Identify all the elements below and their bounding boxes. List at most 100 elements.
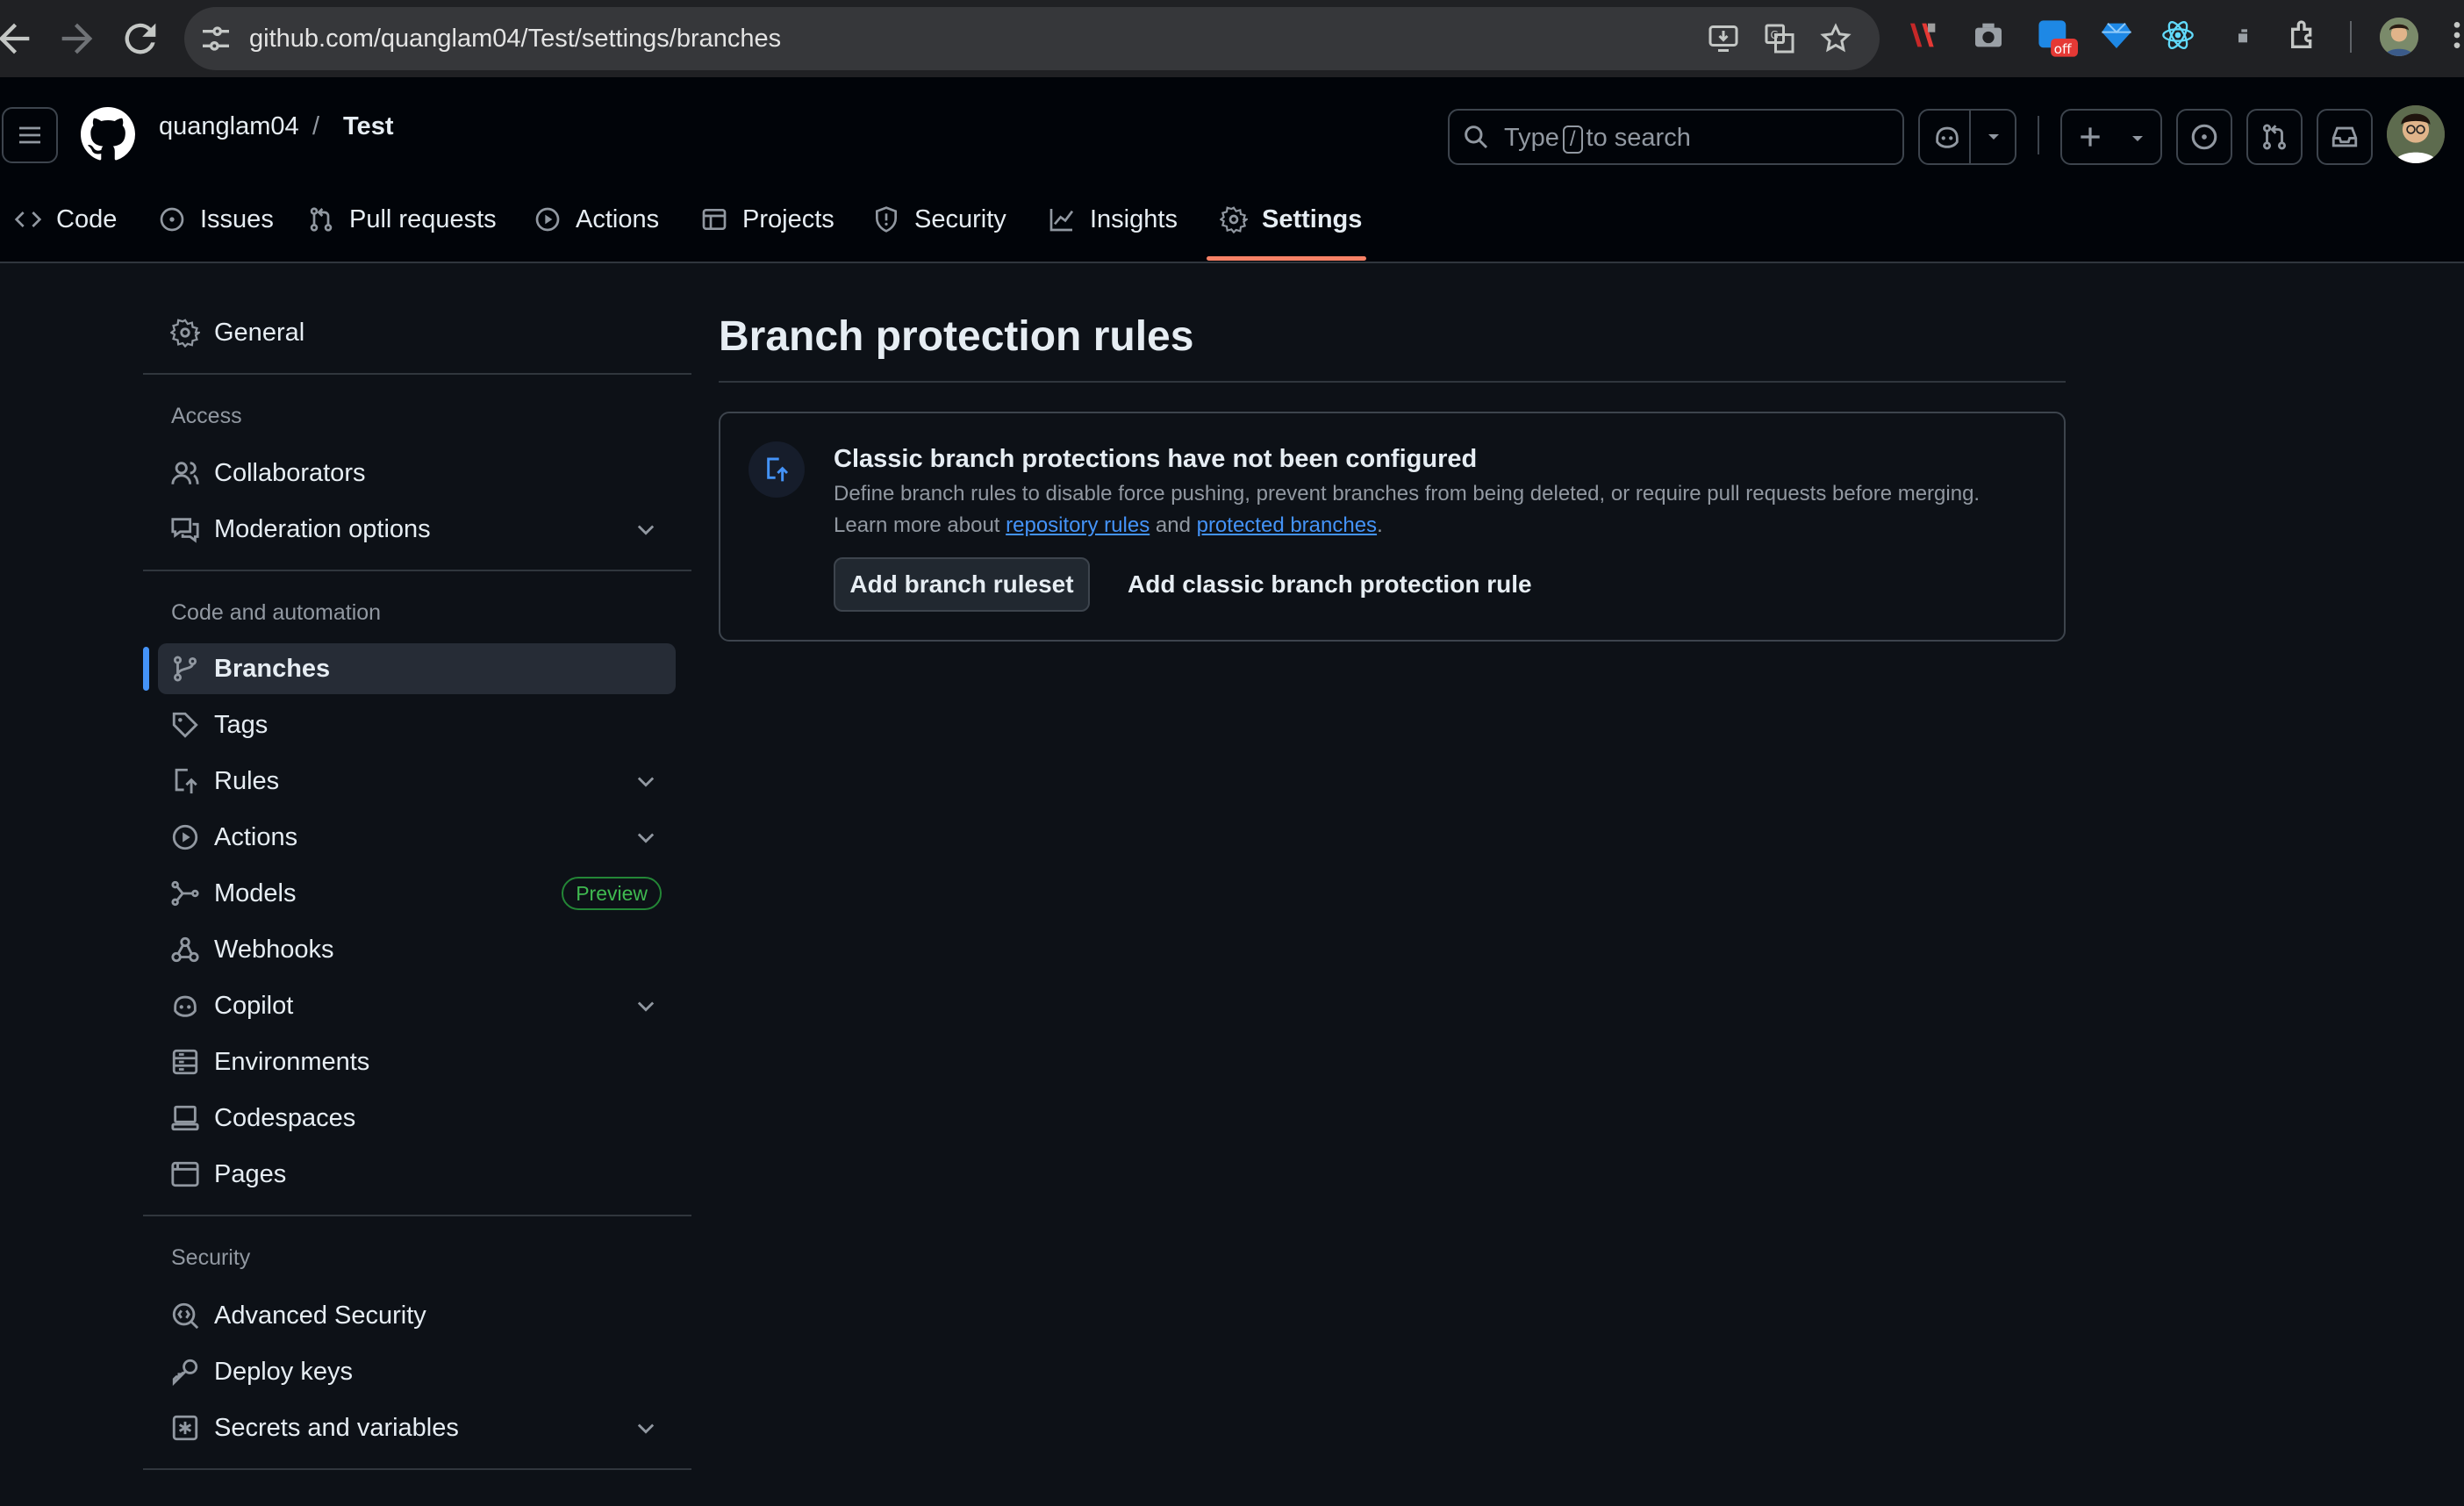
sidebar-divider xyxy=(143,1468,691,1470)
sidebar-item-pages[interactable]: Pages xyxy=(158,1149,676,1200)
sidebar-item-webhooks[interactable]: Webhooks xyxy=(158,924,676,975)
reload-icon[interactable] xyxy=(118,16,163,61)
install-app-icon[interactable] xyxy=(1708,23,1739,54)
sidebar-item-label: Pages xyxy=(214,1159,287,1188)
search-input[interactable]: Type / to search xyxy=(1448,109,1904,165)
code-icon xyxy=(14,212,42,227)
extensions-puzzle-icon[interactable] xyxy=(2287,18,2322,53)
sidebar-item-rules[interactable]: Rules xyxy=(158,756,676,807)
sidebar-item-label: Advanced Security xyxy=(214,1301,426,1330)
copilot-icon xyxy=(1936,126,1959,148)
sidebar-item-label: Deploy keys xyxy=(214,1357,353,1386)
inbox-button[interactable] xyxy=(2317,109,2373,165)
sidebar-item-actions[interactable]: Actions xyxy=(158,812,676,863)
graph-icon xyxy=(1049,209,1074,232)
people-icon xyxy=(171,462,199,484)
sidebar-item-label: Webhooks xyxy=(214,935,334,964)
bookmark-star-icon[interactable] xyxy=(1820,23,1852,54)
tab-security[interactable]: Security xyxy=(872,197,1006,242)
forward-icon[interactable] xyxy=(54,16,100,61)
chevron-down-icon xyxy=(1988,134,1999,140)
tab-label: Projects xyxy=(742,204,834,233)
github-header: quanglam04 / Test Type / to search Code Is… xyxy=(0,77,2464,263)
sidebar-item-branches[interactable]: Branches xyxy=(158,643,676,694)
sidebar-item-advanced-security[interactable]: Advanced Security xyxy=(158,1290,676,1341)
sidebar-item-collaborators[interactable]: Collaborators xyxy=(158,448,676,498)
camera-extension-icon[interactable] xyxy=(1971,18,2006,53)
svg-text:G: G xyxy=(1771,29,1779,41)
site-info-icon[interactable] xyxy=(198,21,233,56)
repo-push-icon xyxy=(767,457,789,482)
sidebar-item-label: Secrets and variables xyxy=(214,1413,459,1442)
sidebar-item-secrets-variables[interactable]: Secrets and variables xyxy=(158,1402,676,1453)
sidebar-item-environments[interactable]: Environments xyxy=(158,1036,676,1087)
repo-name-link[interactable]: Test xyxy=(343,112,393,141)
tab-label: Settings xyxy=(1262,204,1363,233)
repository-rules-link[interactable]: repository rules xyxy=(1006,513,1150,537)
issues-button[interactable] xyxy=(2176,109,2232,165)
git-pull-request-icon xyxy=(2262,124,2287,150)
plus-icon xyxy=(2081,127,2100,147)
profile-avatar[interactable] xyxy=(2380,18,2418,56)
search-placeholder: Type / to search xyxy=(1504,124,1691,154)
tab-issues[interactable]: Issues xyxy=(158,197,274,242)
pull-requests-button[interactable] xyxy=(2246,109,2303,165)
add-branch-ruleset-button[interactable]: Add branch ruleset xyxy=(834,557,1090,612)
tab-pull-requests[interactable]: Pull requests xyxy=(307,197,497,242)
sidebar-heading-code-automation: Code and automation xyxy=(171,600,382,625)
chevron-down-icon xyxy=(2132,136,2143,141)
tab-code[interactable]: Code xyxy=(14,197,117,242)
tab-actions[interactable]: Actions xyxy=(534,197,659,242)
sidebar-heading-access: Access xyxy=(171,404,242,428)
react-devtools-icon[interactable] xyxy=(2160,18,2195,53)
back-icon[interactable] xyxy=(0,16,37,61)
sidebar-item-copilot[interactable]: Copilot xyxy=(158,980,676,1031)
gem-extension-icon[interactable] xyxy=(2099,18,2134,53)
tab-settings[interactable]: Settings xyxy=(1220,197,1362,242)
copilot-button[interactable] xyxy=(1918,109,2016,165)
extension-badge-text: off xyxy=(2054,41,2072,57)
user-avatar[interactable] xyxy=(2387,105,2445,163)
url-text[interactable]: github.com/quanglam04/Test/settings/bran… xyxy=(249,21,781,56)
sidebar-item-label: Moderation options xyxy=(214,514,431,543)
repo-push-icon xyxy=(175,768,197,794)
extension-icon[interactable] xyxy=(1906,18,1941,53)
sidebar-item-models[interactable]: Models Preview xyxy=(158,868,676,919)
gear-icon xyxy=(1220,206,1248,233)
sidebar-divider xyxy=(143,570,691,571)
sidebar-item-tags[interactable]: Tags xyxy=(158,699,676,750)
repo-owner-link[interactable]: quanglam04 xyxy=(159,112,299,141)
sidebar-item-deploy-keys[interactable]: Deploy keys xyxy=(158,1346,676,1397)
issue-opened-icon xyxy=(160,207,184,232)
translate-icon[interactable]: G xyxy=(1764,23,1795,54)
blocker-extension-icon[interactable]: off xyxy=(2036,18,2078,60)
github-logo-icon[interactable] xyxy=(81,107,135,161)
protected-branches-link[interactable]: protected branches xyxy=(1197,513,1377,537)
sidebar-item-general[interactable]: General xyxy=(158,307,676,358)
tab-label: Code xyxy=(56,204,118,233)
sidebar-item-moderation-options[interactable]: Moderation options xyxy=(158,504,676,555)
comment-discussion-icon xyxy=(171,518,199,543)
blankslate-box: Classic branch protections have not been… xyxy=(719,412,2066,642)
tab-insights[interactable]: Insights xyxy=(1048,197,1178,242)
learn-more-text: Learn more about repository rules and pr… xyxy=(834,513,1383,537)
key-icon xyxy=(172,1359,198,1387)
add-classic-protection-rule-button[interactable]: Add classic branch protection rule xyxy=(1128,557,1532,612)
chevron-down-icon xyxy=(637,833,655,843)
preview-badge: Preview xyxy=(562,877,662,910)
active-tab-indicator xyxy=(1207,256,1366,261)
browser-menu-icon[interactable] xyxy=(2448,18,2464,53)
create-new-button[interactable] xyxy=(2060,109,2162,165)
sidebar-item-label: Actions xyxy=(214,822,298,851)
server-icon xyxy=(172,1049,198,1075)
tab-projects[interactable]: Projects xyxy=(700,197,834,242)
hamburger-menu-button[interactable] xyxy=(2,107,58,163)
small-extension-icon[interactable] xyxy=(2225,18,2260,53)
address-bar[interactable]: github.com/quanglam04/Test/settings/bran… xyxy=(184,7,1880,70)
chevron-down-icon xyxy=(637,777,655,787)
sidebar-item-label: Environments xyxy=(214,1047,370,1076)
sidebar-item-label: Tags xyxy=(214,710,269,739)
chevron-down-icon xyxy=(637,1424,655,1434)
sidebar-item-codespaces[interactable]: Codespaces xyxy=(158,1093,676,1144)
sidebar-item-label: Branches xyxy=(214,654,331,683)
